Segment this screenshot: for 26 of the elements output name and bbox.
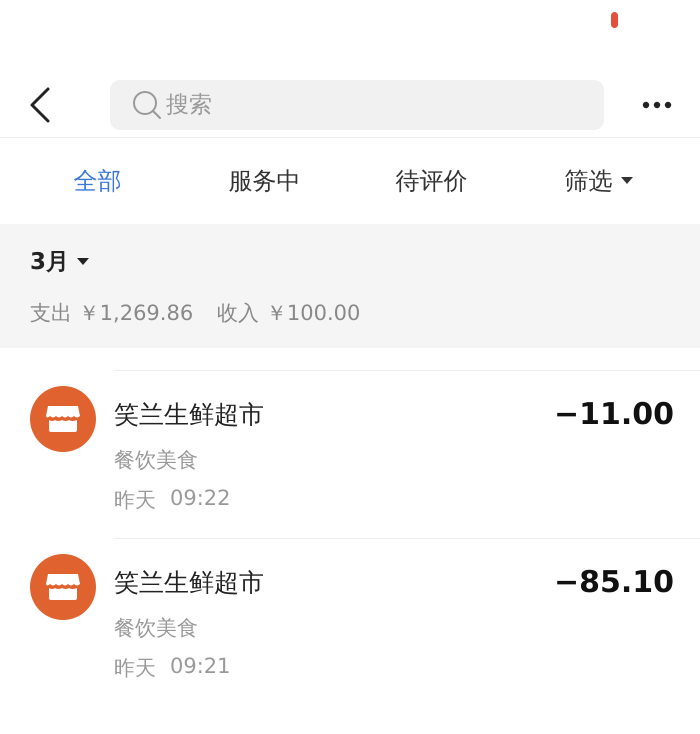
transaction-amount: −85.10	[554, 565, 674, 600]
back-icon[interactable]	[28, 86, 52, 122]
caret-icon	[620, 177, 632, 185]
filter-tab[interactable]: 筛选	[564, 165, 612, 197]
transaction-time: 09:22	[170, 486, 231, 512]
tab[interactable]: 待评价	[396, 165, 468, 197]
income-total: 收入 ￥100.00	[217, 300, 360, 327]
category-label: 餐饮美食	[114, 615, 199, 642]
transaction-day: 昨天	[114, 654, 156, 682]
search-field[interactable]: 搜索	[110, 80, 604, 130]
month-selector[interactable]: 3月	[30, 246, 70, 277]
category-label: 餐饮美食	[114, 447, 199, 474]
search-icon	[132, 90, 162, 120]
store-icon	[30, 554, 96, 620]
transaction-amount: −11.00	[554, 397, 674, 432]
transaction-day: 昨天	[114, 486, 156, 514]
store-icon	[30, 386, 96, 452]
transaction-time: 09:21	[170, 654, 231, 680]
merchant-name: 笑兰生鲜超市	[114, 567, 264, 599]
tab[interactable]: 全部	[74, 165, 122, 197]
merchant-name: 笑兰生鲜超市	[114, 399, 264, 431]
tab[interactable]: 服务中	[228, 165, 300, 197]
status-indicator-icon	[611, 12, 618, 28]
expense-total: 支出 ￥1,269.86	[30, 300, 194, 327]
more-icon[interactable]	[642, 100, 672, 108]
caret-icon[interactable]	[77, 258, 90, 266]
